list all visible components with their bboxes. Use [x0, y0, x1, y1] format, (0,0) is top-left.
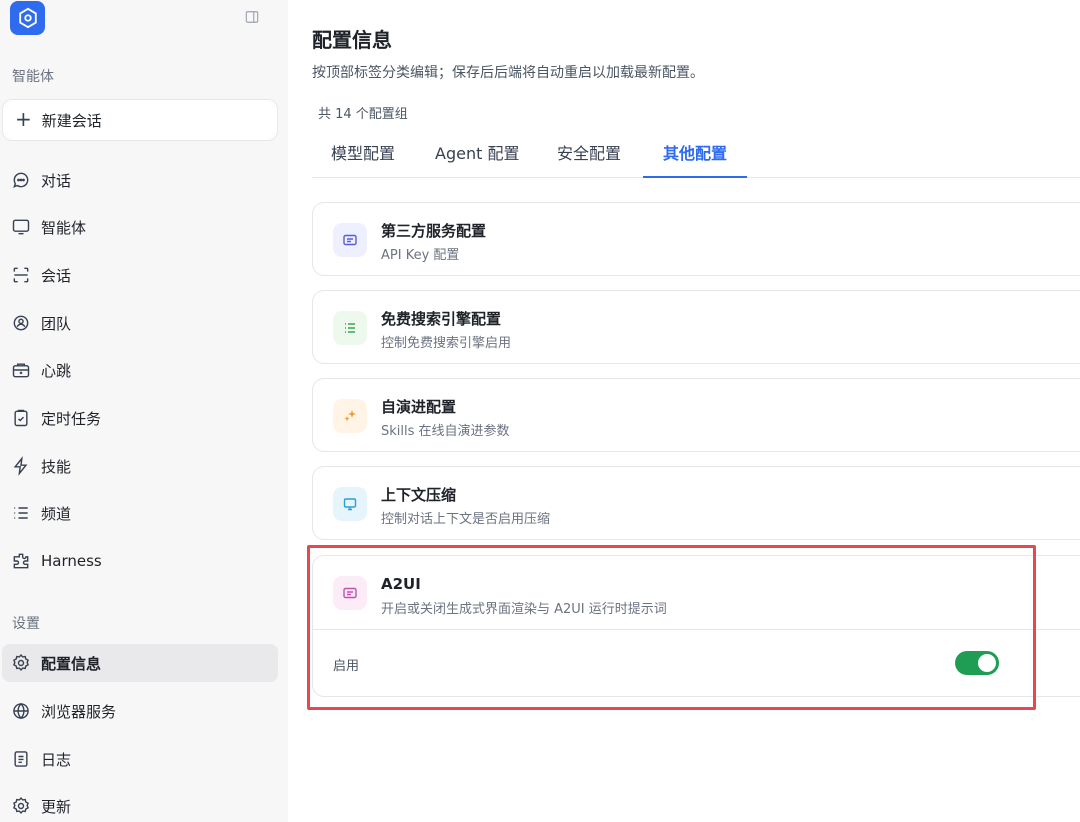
card-title: 自演进配置	[381, 398, 457, 416]
sidebar-item-logs[interactable]: 日志	[2, 740, 278, 778]
sidebar-item-channels[interactable]: 频道	[2, 494, 278, 532]
sidebar: 智能体 + 新建会话 对话 智能体 会话 团队 心跳 定时任务 技能 频道 Ha…	[0, 0, 288, 822]
config-card-context-compression[interactable]: 上下文压缩 控制对话上下文是否启用压缩	[312, 466, 1080, 540]
config-card-third-party[interactable]: 第三方服务配置 API Key 配置	[312, 202, 1080, 276]
sidebar-item-label: 会话	[41, 266, 72, 285]
sidebar-item-label: 更新	[41, 797, 72, 816]
sidebar-item-label: 配置信息	[41, 654, 102, 673]
sidebar-item-label: 团队	[41, 314, 72, 333]
sidebar-item-sessions[interactable]: 会话	[2, 256, 278, 294]
sidebar-collapse-icon[interactable]	[244, 9, 260, 25]
app-logo-icon[interactable]	[10, 1, 45, 35]
list-icon	[333, 311, 367, 345]
card-description: 控制对话上下文是否启用压缩	[381, 512, 551, 527]
sidebar-item-label: 技能	[41, 457, 72, 476]
card-title: 免费搜索引擎配置	[381, 310, 502, 328]
a2ui-enable-label: 启用	[333, 659, 360, 674]
sidebar-item-label: 智能体	[41, 218, 87, 237]
team-icon	[13, 315, 29, 331]
config-group-count: 共 14 个配置组	[318, 107, 408, 122]
sidebar-item-label: 浏览器服务	[41, 702, 117, 721]
sidebar-item-label: 对话	[41, 171, 72, 190]
gear-icon	[13, 654, 29, 671]
puzzle-icon	[13, 553, 29, 569]
section-label-settings: 设置	[12, 616, 40, 632]
tab-agent-config[interactable]: Agent 配置	[435, 140, 519, 178]
document-icon	[14, 751, 28, 767]
monitor-icon	[333, 487, 367, 521]
sidebar-item-skills[interactable]: 技能	[2, 447, 278, 485]
toggle-knob	[978, 654, 996, 672]
list-icon	[14, 507, 28, 519]
sidebar-item-team[interactable]: 团队	[2, 304, 278, 342]
chat-bubble-icon	[13, 172, 29, 188]
page-title: 配置信息	[312, 28, 392, 52]
card-description: Skills 在线自演进参数	[381, 424, 510, 439]
key-card-icon	[333, 223, 367, 257]
sidebar-item-label: Harness	[41, 552, 102, 570]
config-card-self-evolution[interactable]: 自演进配置 Skills 在线自演进参数	[312, 378, 1080, 452]
sidebar-item-scheduled-tasks[interactable]: 定时任务	[2, 399, 278, 437]
sidebar-item-config-info[interactable]: 配置信息	[2, 644, 278, 682]
scan-icon	[13, 267, 29, 283]
card-title: A2UI	[381, 575, 421, 593]
section-label-agent: 智能体	[12, 69, 54, 85]
new-chat-label: 新建会话	[41, 111, 102, 130]
sidebar-item-agents[interactable]: 智能体	[2, 208, 278, 246]
tab-model-config[interactable]: 模型配置	[331, 140, 395, 178]
config-card-a2ui[interactable]: A2UI 开启或关闭生成式界面渲染与 A2UI 运行时提示词 启用	[312, 555, 1080, 697]
card-description: 开启或关闭生成式界面渲染与 A2UI 运行时提示词	[381, 602, 667, 617]
card-description: API Key 配置	[381, 248, 460, 263]
sidebar-item-harness[interactable]: Harness	[2, 542, 278, 580]
tab-security-config[interactable]: 安全配置	[557, 140, 621, 178]
lightning-icon	[13, 456, 28, 476]
new-chat-button[interactable]: + 新建会话	[2, 99, 278, 141]
sparkle-icon	[333, 399, 367, 433]
card-description: 控制免费搜索引擎启用	[381, 336, 512, 351]
main-content: 配置信息 按顶部标签分类编辑；保存后后端将自动重启以加载最新配置。 共 14 个…	[288, 0, 1080, 822]
heartbeat-icon	[12, 363, 30, 378]
card-title: 上下文压缩	[381, 486, 457, 504]
a2ui-enable-toggle[interactable]	[955, 651, 999, 675]
config-tabs: 模型配置 Agent 配置 安全配置 其他配置	[312, 130, 1080, 178]
gear-icon	[13, 797, 29, 814]
globe-icon	[13, 702, 29, 720]
monitor-icon	[12, 219, 30, 235]
sidebar-item-label: 定时任务	[41, 409, 102, 428]
config-card-free-search[interactable]: 免费搜索引擎配置 控制免费搜索引擎启用	[312, 290, 1080, 364]
sidebar-item-label: 心跳	[41, 361, 72, 380]
page-subtitle: 按顶部标签分类编辑；保存后后端将自动重启以加载最新配置。	[312, 65, 704, 81]
sidebar-item-browser-service[interactable]: 浏览器服务	[2, 692, 278, 730]
sidebar-item-label: 日志	[41, 750, 72, 769]
card-divider	[313, 629, 1080, 630]
sidebar-item-chat[interactable]: 对话	[2, 161, 278, 199]
tab-other-config[interactable]: 其他配置	[643, 140, 747, 178]
sidebar-item-update[interactable]: 更新	[2, 787, 278, 822]
plus-icon: +	[15, 107, 32, 131]
card-title: 第三方服务配置	[381, 222, 487, 240]
sidebar-item-label: 频道	[41, 504, 72, 523]
message-card-icon	[333, 576, 367, 610]
sidebar-item-heartbeat[interactable]: 心跳	[2, 351, 278, 389]
clipboard-check-icon	[14, 409, 28, 427]
